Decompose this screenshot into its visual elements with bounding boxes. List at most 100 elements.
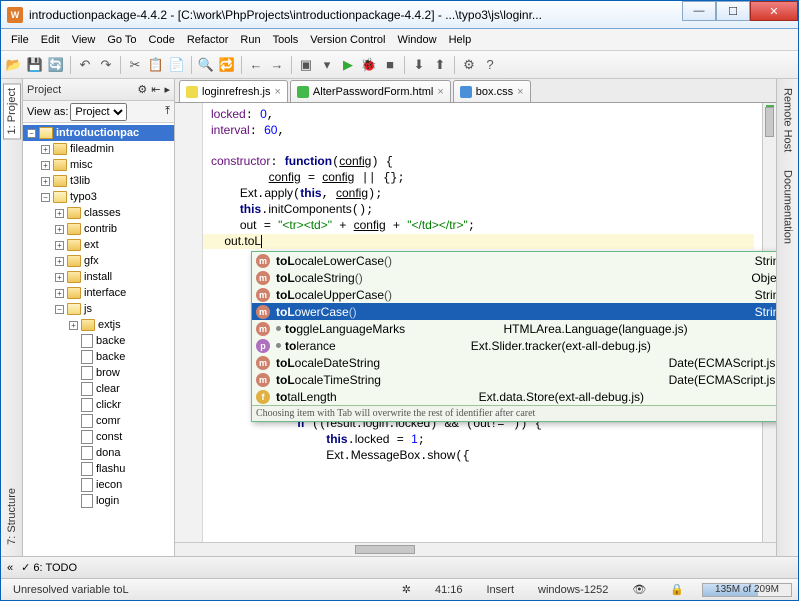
expand-icon[interactable]: +: [41, 161, 50, 170]
collapse-icon[interactable]: −: [41, 193, 50, 202]
close-tab-icon[interactable]: ×: [274, 86, 280, 98]
title-bar[interactable]: W introductionpackage-4.4.2 - [C:\work\P…: [1, 1, 798, 29]
redo-icon[interactable]: ↷: [97, 56, 115, 74]
completion-item[interactable]: mtoLocaleString()Object: [252, 269, 776, 286]
gutter[interactable]: [175, 103, 203, 556]
expand-icon[interactable]: +: [69, 321, 78, 330]
run-config-icon[interactable]: ▾: [318, 56, 336, 74]
tree-node[interactable]: +gfx: [23, 253, 174, 269]
help-icon[interactable]: ?: [481, 56, 499, 74]
expand-icon[interactable]: +: [55, 273, 64, 282]
expand-icon[interactable]: +: [41, 177, 50, 186]
tab-alterpasswordform[interactable]: AlterPasswordForm.html ×: [290, 80, 451, 102]
completion-item[interactable]: mtoLocaleUpperCase()String: [252, 286, 776, 303]
open-icon[interactable]: 📂: [5, 56, 23, 74]
panel-gear-icon[interactable]: ⚙: [137, 83, 147, 96]
save-all-icon[interactable]: 💾: [26, 56, 44, 74]
tree-node[interactable]: +interface: [23, 285, 174, 301]
panel-hide-icon[interactable]: ▸: [164, 83, 170, 96]
menu-file[interactable]: File: [5, 32, 35, 48]
tab-loginrefresh[interactable]: loginrefresh.js ×: [179, 80, 288, 102]
menu-run[interactable]: Run: [234, 32, 266, 48]
tree-node[interactable]: +ext: [23, 237, 174, 253]
debug-icon[interactable]: 🐞: [360, 56, 378, 74]
nav-prev-icon[interactable]: «: [7, 562, 13, 574]
settings-icon[interactable]: ⚙: [460, 56, 478, 74]
undo-icon[interactable]: ↶: [76, 56, 94, 74]
tool-documentation-tab[interactable]: Documentation: [779, 165, 797, 249]
copy-icon[interactable]: 📋: [147, 56, 165, 74]
close-button[interactable]: ✕: [750, 1, 798, 21]
paste-icon[interactable]: 📄: [168, 56, 186, 74]
back-icon[interactable]: ←: [247, 56, 265, 74]
status-inspector-icon[interactable]: 👁: [626, 583, 652, 596]
memory-gauge[interactable]: 135M of 209M: [702, 583, 792, 597]
find-icon[interactable]: 🔍: [197, 56, 215, 74]
minimize-button[interactable]: —: [682, 1, 716, 21]
expand-icon[interactable]: +: [41, 145, 50, 154]
tree-node[interactable]: flashu: [23, 461, 174, 477]
expand-icon[interactable]: +: [55, 225, 64, 234]
hscroll-thumb[interactable]: [355, 545, 415, 554]
tree-node[interactable]: brow: [23, 365, 174, 381]
menu-refactor[interactable]: Refactor: [181, 32, 235, 48]
completion-item[interactable]: ptoleranceExt.Slider.tracker(ext-all-deb…: [252, 337, 776, 354]
replace-icon[interactable]: 🔁: [218, 56, 236, 74]
project-tree[interactable]: −introductionpac+fileadmin+misc+t3lib−ty…: [23, 123, 174, 556]
tree-node[interactable]: +contrib: [23, 221, 174, 237]
tree-node[interactable]: −introductionpac: [23, 125, 174, 141]
expand-icon[interactable]: +: [55, 241, 64, 250]
horizontal-scrollbar[interactable]: [175, 542, 776, 556]
tree-node[interactable]: iecon: [23, 477, 174, 493]
tree-node[interactable]: −typo3: [23, 189, 174, 205]
vcs-update-icon[interactable]: ⬇: [410, 56, 428, 74]
tree-node[interactable]: login: [23, 493, 174, 509]
stop-icon[interactable]: ■: [381, 56, 399, 74]
cut-icon[interactable]: ✂: [126, 56, 144, 74]
completion-item[interactable]: mtoLocaleTimeStringDate(ECMAScript.js2): [252, 371, 776, 388]
scroll-to-icon[interactable]: ⤒: [165, 105, 170, 118]
completion-item[interactable]: mtoggleLanguageMarksHTMLArea.Language(la…: [252, 320, 776, 337]
completion-item[interactable]: ftotalLengthExt.data.Store(ext-all-debug…: [252, 388, 776, 405]
completion-item[interactable]: mtoLocaleDateStringDate(ECMAScript.js2): [252, 354, 776, 371]
collapse-icon[interactable]: −: [27, 129, 36, 138]
status-insert-mode[interactable]: Insert: [480, 584, 520, 596]
close-tab-icon[interactable]: ×: [517, 86, 523, 98]
menu-goto[interactable]: Go To: [101, 32, 142, 48]
todo-tab[interactable]: ✓ 6: TODO: [21, 561, 77, 574]
tree-node[interactable]: +t3lib: [23, 173, 174, 189]
tree-node[interactable]: clickr: [23, 397, 174, 413]
expand-icon[interactable]: +: [55, 257, 64, 266]
tree-node[interactable]: clear: [23, 381, 174, 397]
tree-node[interactable]: dona: [23, 445, 174, 461]
tree-node[interactable]: backe: [23, 349, 174, 365]
menu-window[interactable]: Window: [391, 32, 442, 48]
tree-node[interactable]: const: [23, 429, 174, 445]
tree-node[interactable]: backe: [23, 333, 174, 349]
code-viewport[interactable]: locked: 0, interval: 60, constructor: fu…: [175, 103, 776, 556]
completion-item[interactable]: mtoLowerCase()String: [252, 303, 776, 320]
menu-help[interactable]: Help: [443, 32, 478, 48]
tree-node[interactable]: +misc: [23, 157, 174, 173]
expand-icon[interactable]: +: [55, 209, 64, 218]
status-lock-icon[interactable]: 🔒: [664, 583, 690, 596]
menu-vcs[interactable]: Version Control: [304, 32, 391, 48]
completion-item[interactable]: mtoLocaleLowerCase()String: [252, 252, 776, 269]
tree-node[interactable]: +extjs: [23, 317, 174, 333]
completion-popup[interactable]: mtoLocaleLowerCase()StringmtoLocaleStrin…: [251, 251, 776, 422]
tab-boxcss[interactable]: box.css ×: [453, 80, 531, 102]
expand-icon[interactable]: +: [55, 289, 64, 298]
menu-code[interactable]: Code: [143, 32, 181, 48]
build-icon[interactable]: ▣: [297, 56, 315, 74]
run-icon[interactable]: ▶: [339, 56, 357, 74]
menu-tools[interactable]: Tools: [267, 32, 305, 48]
close-tab-icon[interactable]: ×: [437, 86, 443, 98]
vcs-commit-icon[interactable]: ⬆: [431, 56, 449, 74]
tool-remote-host-tab[interactable]: Remote Host: [779, 83, 797, 157]
menu-view[interactable]: View: [66, 32, 102, 48]
maximize-button[interactable]: ☐: [716, 1, 750, 21]
forward-icon[interactable]: →: [268, 56, 286, 74]
status-encoding[interactable]: windows-1252: [532, 584, 614, 596]
menu-edit[interactable]: Edit: [35, 32, 66, 48]
tree-node[interactable]: comr: [23, 413, 174, 429]
